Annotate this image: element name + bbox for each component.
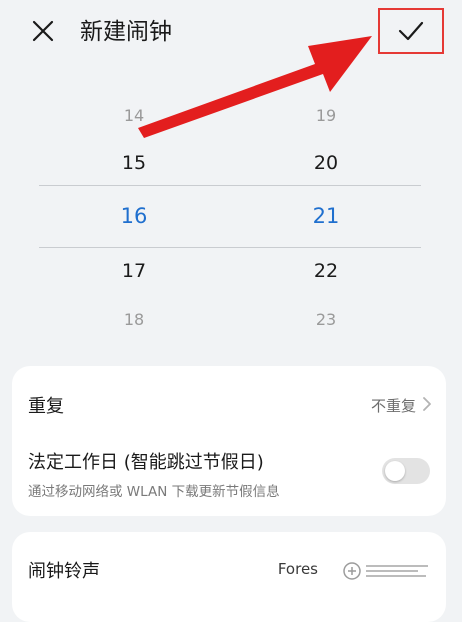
selected-hour[interactable]: 16 — [94, 204, 174, 228]
workday-toggle[interactable] — [382, 458, 430, 484]
hour-option[interactable]: 14 — [94, 106, 174, 125]
workday-label: 法定工作日 (智能跳过节假日) — [28, 452, 264, 473]
check-icon — [398, 21, 424, 41]
time-picker: 14 15 16 17 18 19 20 21 22 23 — [0, 96, 462, 346]
close-icon — [32, 20, 54, 42]
minute-option[interactable]: 22 — [286, 260, 366, 282]
minute-option[interactable]: 23 — [286, 310, 366, 329]
watermark-logo — [338, 558, 434, 584]
confirm-button[interactable] — [378, 8, 444, 54]
repeat-label: 重复 — [28, 396, 64, 417]
ringtone-label: 闹钟铃声 — [28, 561, 100, 582]
workday-subtitle: 通过移动网络或 WLAN 下载更新节假信息 — [28, 484, 280, 500]
hour-option[interactable]: 18 — [94, 310, 174, 329]
minute-option[interactable]: 20 — [286, 152, 366, 174]
page-title: 新建闹钟 — [80, 19, 172, 45]
header: 新建闹钟 — [0, 0, 462, 64]
close-button[interactable] — [26, 14, 60, 48]
hour-option[interactable]: 17 — [94, 260, 174, 282]
workday-row[interactable]: 法定工作日 (智能跳过节假日) 通过移动网络或 WLAN 下载更新节假信息 — [12, 436, 446, 516]
selection-divider-top — [39, 185, 421, 186]
ringtone-value: Fores — [277, 560, 318, 578]
selection-divider-bottom — [39, 247, 421, 248]
selected-minute[interactable]: 21 — [286, 204, 366, 228]
hour-option[interactable]: 15 — [94, 152, 174, 174]
settings-card: 重复 不重复 法定工作日 (智能跳过节假日) 通过移动网络或 WLAN 下载更新… — [12, 366, 446, 516]
repeat-row[interactable]: 重复 不重复 — [12, 366, 446, 436]
toggle-knob — [385, 461, 405, 481]
minute-option[interactable]: 19 — [286, 106, 366, 125]
repeat-value: 不重复 — [370, 397, 416, 415]
chevron-right-icon — [423, 397, 431, 411]
